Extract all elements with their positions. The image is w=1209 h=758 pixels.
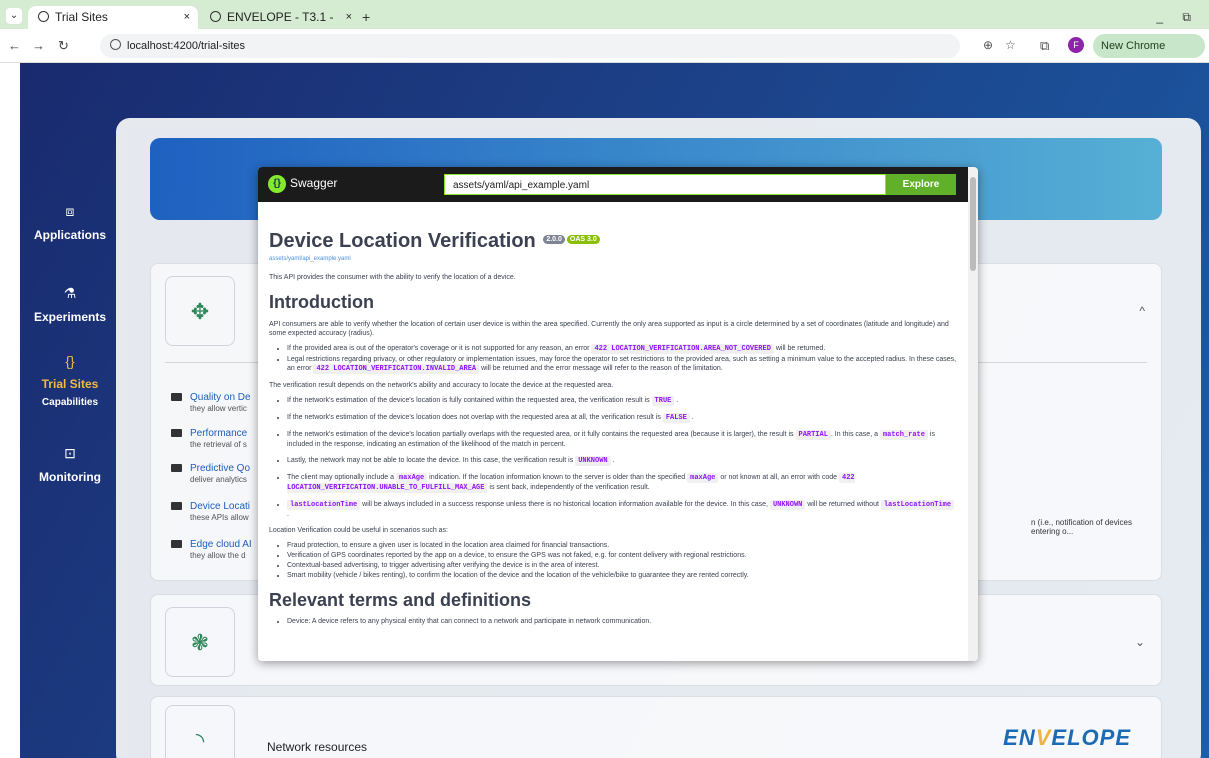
- network-resources-card[interactable]: ◝ Network resources ENVELOPE: [150, 696, 1162, 758]
- folder-icon: [171, 540, 182, 549]
- list-item: If the provided area is out of the opera…: [287, 344, 957, 354]
- capability-desc: they allow the d: [190, 551, 246, 560]
- capability-title[interactable]: Quality on De: [190, 392, 251, 403]
- list-item[interactable]: Quality on De they allow vertic: [171, 392, 251, 413]
- result-paragraph: The verification result depends on the n…: [269, 382, 614, 389]
- spec-url-input[interactable]: assets/yaml/api_example.yaml: [444, 174, 886, 195]
- folder-icon: [171, 464, 182, 473]
- new-tab-button[interactable]: +: [362, 9, 370, 25]
- capability-title[interactable]: Predictive Qo: [190, 463, 250, 474]
- network-cluster-icon: ❃: [165, 607, 235, 677]
- section-heading-terms: Relevant terms and definitions: [269, 590, 532, 610]
- swagger-braces-icon: {}: [268, 175, 286, 193]
- sidebar-item-trial-sites[interactable]: {} Trial Sites Capabilities: [20, 353, 120, 408]
- network-nodes-icon: ✥: [165, 276, 235, 346]
- list-item: Verification of GPS coordinates reported…: [287, 551, 957, 560]
- sidebar-item-label: Monitoring: [39, 470, 101, 484]
- globe-icon: [210, 11, 221, 22]
- list-item: Contextual-based advertising, to trigger…: [287, 561, 957, 570]
- sidebar: ⧈ Applications ⚗ Experiments {} Trial Si…: [20, 63, 120, 758]
- list-item[interactable]: Predictive Qo deliver analytics: [171, 463, 250, 484]
- usecase-list: Fraud protection, to ensure a given user…: [287, 541, 957, 580]
- capability-desc: the retrieval of s: [190, 440, 247, 449]
- version-badge: 2.0.0: [543, 235, 565, 244]
- scrollbar[interactable]: [968, 167, 978, 661]
- close-tab-icon[interactable]: ×: [184, 6, 190, 28]
- sidebar-item-label: Trial Sites: [41, 377, 99, 391]
- list-item: Fraud protection, to ensure a given user…: [287, 541, 957, 550]
- folder-icon: [171, 429, 182, 438]
- list-item: Device: A device refers to any physical …: [287, 617, 957, 626]
- network-resources-title: Network resources: [267, 740, 368, 754]
- list-item: lastLocationTime will be always included…: [287, 500, 957, 519]
- toolbar-icons[interactable]: ⊕☆: [983, 38, 1028, 52]
- list-item[interactable]: Edge cloud AI they allow the d: [171, 539, 252, 560]
- list-item: Smart mobility (vehicle / bikes renting)…: [287, 571, 957, 580]
- tab-title: Trial Sites: [55, 10, 108, 24]
- capability-desc: deliver analytics: [190, 475, 247, 484]
- swagger-content: Device Location Verification 2.0.0 OAS 3.…: [258, 202, 968, 661]
- section-heading-introduction: Introduction: [269, 292, 374, 312]
- result-list: If the network's estimation of the devic…: [287, 396, 957, 519]
- back-icon[interactable]: ←: [8, 38, 21, 53]
- sidebar-item-applications[interactable]: ⧈ Applications: [20, 203, 120, 244]
- sidebar-item-experiments[interactable]: ⚗ Experiments: [20, 285, 120, 326]
- capability-title[interactable]: Device Locati: [190, 501, 250, 512]
- list-item[interactable]: Performance the retrieval of s: [171, 428, 247, 449]
- list-item: Lastly, the network may not be able to l…: [287, 456, 957, 466]
- folder-icon: [171, 502, 182, 511]
- capability-desc: these APIs allow: [190, 513, 249, 522]
- chevron-up-icon[interactable]: ^: [1139, 304, 1145, 318]
- window-controls[interactable]: _ ⧉: [1156, 10, 1199, 25]
- sidebar-item-label: Experiments: [33, 310, 107, 324]
- chevron-down-icon[interactable]: ⌄: [1135, 635, 1145, 649]
- avatar[interactable]: F: [1068, 37, 1084, 53]
- oas-badge: OAS 3.0: [566, 235, 600, 244]
- error-list: If the provided area is out of the opera…: [287, 344, 957, 374]
- explore-button[interactable]: Explore: [886, 174, 956, 195]
- sidebar-item-monitoring[interactable]: ⊡ Monitoring: [20, 445, 120, 486]
- code-window-icon: ⧈: [65, 203, 75, 219]
- swagger-topbar: {} Swagger assets/yaml/api_example.yaml E…: [258, 167, 978, 202]
- forward-icon[interactable]: →: [32, 38, 45, 53]
- site-info-icon[interactable]: [110, 39, 121, 50]
- flask-icon: ⚗: [63, 285, 77, 301]
- usecase-paragraph: Location Verification could be useful in…: [269, 527, 448, 534]
- capability-title[interactable]: Performance: [190, 428, 247, 439]
- close-tab-icon[interactable]: ×: [346, 6, 352, 28]
- tab-search-icon[interactable]: ⌄: [6, 8, 22, 24]
- api-summary: This API provides the consumer with the …: [269, 274, 516, 281]
- swagger-logo: {} Swagger: [268, 175, 337, 193]
- chart-icon: ⊡: [64, 445, 76, 461]
- braces-icon: {}: [65, 353, 75, 369]
- list-item: The client may optionally include a maxA…: [287, 473, 957, 493]
- sidebar-item-label: Applications: [33, 228, 106, 242]
- capability-desc-overflow: n (i.e., notification of devices enterin…: [1031, 518, 1132, 536]
- list-item: If the network's estimation of the devic…: [287, 413, 957, 423]
- folder-icon: [171, 393, 182, 402]
- wireless-signal-icon: ◝: [165, 705, 235, 758]
- capability-title[interactable]: Edge cloud AI: [190, 539, 252, 550]
- update-chrome-button[interactable]: New Chrome available: [1093, 34, 1205, 76]
- reload-icon[interactable]: ↻: [58, 38, 69, 54]
- url-text: localhost:4200/trial-sites: [127, 40, 246, 52]
- intro-paragraph: API consumers are able to verify whether…: [269, 321, 949, 337]
- swagger-modal: {} Swagger assets/yaml/api_example.yaml E…: [258, 167, 978, 661]
- browser-toolbar: ← → ↻ localhost:4200/trial-sites ⊕☆ ⧉ F …: [0, 29, 1209, 76]
- capability-desc: they allow vertic: [190, 404, 247, 413]
- address-bar[interactable]: localhost:4200/trial-sites: [100, 34, 960, 58]
- envelope-logo: ENVELOPE: [1003, 725, 1131, 750]
- list-item[interactable]: Device Locati these APIs allow: [171, 501, 250, 522]
- scrollbar-thumb[interactable]: [970, 177, 976, 271]
- api-title: Device Location Verification 2.0.0 OAS 3.…: [269, 230, 957, 253]
- extensions-icon[interactable]: ⧉: [1040, 38, 1049, 54]
- list-item: Legal restrictions regarding privacy, or…: [287, 355, 957, 374]
- globe-icon: [38, 11, 49, 22]
- window-edge: [0, 63, 20, 758]
- spec-link[interactable]: assets/yaml/api_example.yaml: [269, 256, 957, 262]
- list-item: If the network's estimation of the devic…: [287, 430, 957, 449]
- sidebar-subitem-capabilities[interactable]: Capabilities: [20, 397, 120, 408]
- terms-list: Device: A device refers to any physical …: [287, 617, 957, 626]
- list-item: If the network's estimation of the devic…: [287, 396, 957, 406]
